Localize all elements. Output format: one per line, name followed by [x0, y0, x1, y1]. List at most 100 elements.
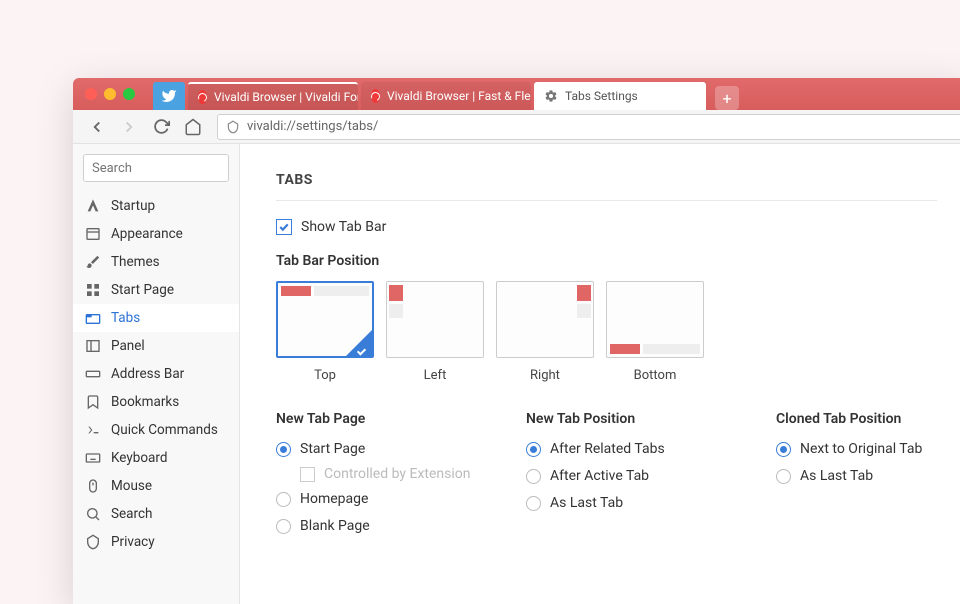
sidebar-item-themes[interactable]: Themes: [73, 248, 239, 276]
vivaldi-favicon: [371, 89, 380, 103]
brush-icon: [85, 254, 101, 270]
checkbox-checked-icon: [276, 219, 292, 235]
radio-start-page[interactable]: Start Page: [276, 439, 476, 459]
radio-label: As Last Tab: [550, 495, 623, 511]
radio-checked-icon: [526, 442, 541, 457]
maximize-window-button[interactable]: [123, 88, 135, 100]
forward-button[interactable]: [115, 113, 143, 141]
tab-label: Vivaldi Browser | Vivaldi Forum: [214, 90, 358, 104]
vivaldi-favicon: [198, 90, 207, 104]
sidebar-item-label: Appearance: [111, 226, 183, 242]
bookmark-icon: [85, 394, 101, 410]
mouse-icon: [85, 478, 101, 494]
tab-bar-position-options: Top Left Right: [276, 281, 937, 383]
sidebar-item-privacy[interactable]: Privacy: [73, 528, 239, 556]
sidebar-item-label: Address Bar: [111, 366, 184, 382]
sidebar-item-startup[interactable]: Startup: [73, 192, 239, 220]
tab-vivaldi-site[interactable]: Vivaldi Browser | Fast & Flexible: [361, 82, 531, 110]
position-option-left[interactable]: Left: [386, 281, 484, 383]
position-label: Bottom: [634, 368, 677, 383]
sidebar-item-search[interactable]: Search: [73, 500, 239, 528]
window-controls: [85, 88, 135, 100]
sidebar-item-panel[interactable]: Panel: [73, 332, 239, 360]
radio-label: Start Page: [300, 441, 365, 457]
sidebar-item-label: Privacy: [111, 534, 155, 550]
sidebar-item-quick-commands[interactable]: Quick Commands: [73, 416, 239, 444]
pinned-tab-twitter[interactable]: [153, 82, 185, 110]
vivaldi-logo-icon: [85, 198, 101, 214]
position-option-bottom[interactable]: Bottom: [606, 281, 704, 383]
sidebar-item-label: Bookmarks: [111, 394, 179, 410]
radio-homepage[interactable]: Homepage: [276, 489, 476, 509]
show-tab-bar-option[interactable]: Show Tab Bar: [276, 219, 937, 235]
radio-label: As Last Tab: [800, 468, 873, 484]
sidebar-item-mouse[interactable]: Mouse: [73, 472, 239, 500]
radio-label: After Active Tab: [550, 468, 649, 484]
tab-label: Vivaldi Browser | Fast & Flexible: [387, 89, 531, 103]
radio-unchecked-icon: [276, 492, 291, 507]
position-option-right[interactable]: Right: [496, 281, 594, 383]
back-button[interactable]: [83, 113, 111, 141]
tab-vivaldi-forum[interactable]: Vivaldi Browser | Vivaldi Forum: [188, 82, 358, 110]
command-icon: [85, 422, 101, 438]
checkbox-label: Controlled by Extension: [324, 466, 470, 482]
position-label: Left: [424, 368, 447, 383]
position-thumb-left: [386, 281, 484, 358]
minimize-window-button[interactable]: [104, 88, 116, 100]
radio-unchecked-icon: [526, 469, 541, 484]
address-bar[interactable]: vivaldi://settings/tabs/: [217, 114, 960, 140]
new-tab-position-group: New Tab Position After Related Tabs Afte…: [526, 411, 726, 543]
site-identity-icon: [226, 120, 240, 134]
sidebar-item-start-page[interactable]: Start Page: [73, 276, 239, 304]
search-input[interactable]: [83, 154, 229, 182]
settings-nav: Startup Appearance Themes Start Page Tab…: [73, 192, 239, 556]
url-text: vivaldi://settings/tabs/: [247, 119, 378, 134]
group-title: New Tab Page: [276, 411, 476, 427]
reload-button[interactable]: [147, 113, 175, 141]
radio-label: Homepage: [300, 491, 368, 507]
radio-next-to-original[interactable]: Next to Original Tab: [776, 439, 960, 459]
grid-icon: [85, 282, 101, 298]
group-title: New Tab Position: [526, 411, 726, 427]
close-window-button[interactable]: [85, 88, 97, 100]
position-thumb-top: [276, 281, 374, 358]
radio-cloned-as-last[interactable]: As Last Tab: [776, 466, 960, 486]
sidebar-item-address-bar[interactable]: Address Bar: [73, 360, 239, 388]
toolbar: vivaldi://settings/tabs/: [73, 110, 960, 144]
position-label: Right: [530, 368, 560, 383]
settings-search: [83, 154, 229, 182]
sidebar-item-appearance[interactable]: Appearance: [73, 220, 239, 248]
radio-label: Next to Original Tab: [800, 441, 922, 457]
search-icon: [85, 506, 101, 522]
shield-icon: [85, 534, 101, 550]
tab-settings[interactable]: Tabs Settings: [534, 82, 706, 110]
radio-after-active[interactable]: After Active Tab: [526, 466, 726, 486]
radio-label: After Related Tabs: [550, 441, 665, 457]
sidebar-item-label: Tabs: [111, 310, 140, 326]
new-tab-button[interactable]: +: [715, 86, 739, 110]
radio-checked-icon: [276, 442, 291, 457]
position-thumb-right: [496, 281, 594, 358]
content-area: Startup Appearance Themes Start Page Tab…: [73, 144, 960, 604]
tabs-icon: [85, 310, 101, 326]
sidebar-item-tabs[interactable]: Tabs: [73, 304, 239, 332]
title-bar: Vivaldi Browser | Vivaldi Forum Vivaldi …: [73, 78, 960, 110]
browser-window: Vivaldi Browser | Vivaldi Forum Vivaldi …: [73, 78, 960, 604]
sidebar-item-bookmarks[interactable]: Bookmarks: [73, 388, 239, 416]
cloned-tab-position-group: Cloned Tab Position Next to Original Tab…: [776, 411, 960, 543]
sidebar-item-label: Search: [111, 506, 152, 522]
controlled-by-extension-option[interactable]: Controlled by Extension: [276, 466, 476, 482]
radio-after-related[interactable]: After Related Tabs: [526, 439, 726, 459]
sidebar-item-label: Mouse: [111, 478, 152, 494]
sidebar-item-keyboard[interactable]: Keyboard: [73, 444, 239, 472]
radio-unchecked-icon: [276, 519, 291, 534]
checkbox-unchecked-icon: [300, 467, 315, 482]
radio-blank-page[interactable]: Blank Page: [276, 516, 476, 536]
gear-icon: [544, 89, 558, 103]
sidebar-item-label: Start Page: [111, 282, 174, 298]
home-button[interactable]: [179, 113, 207, 141]
position-option-top[interactable]: Top: [276, 281, 374, 383]
sidebar-item-label: Themes: [111, 254, 160, 270]
panel-icon: [85, 338, 101, 354]
radio-as-last[interactable]: As Last Tab: [526, 493, 726, 513]
